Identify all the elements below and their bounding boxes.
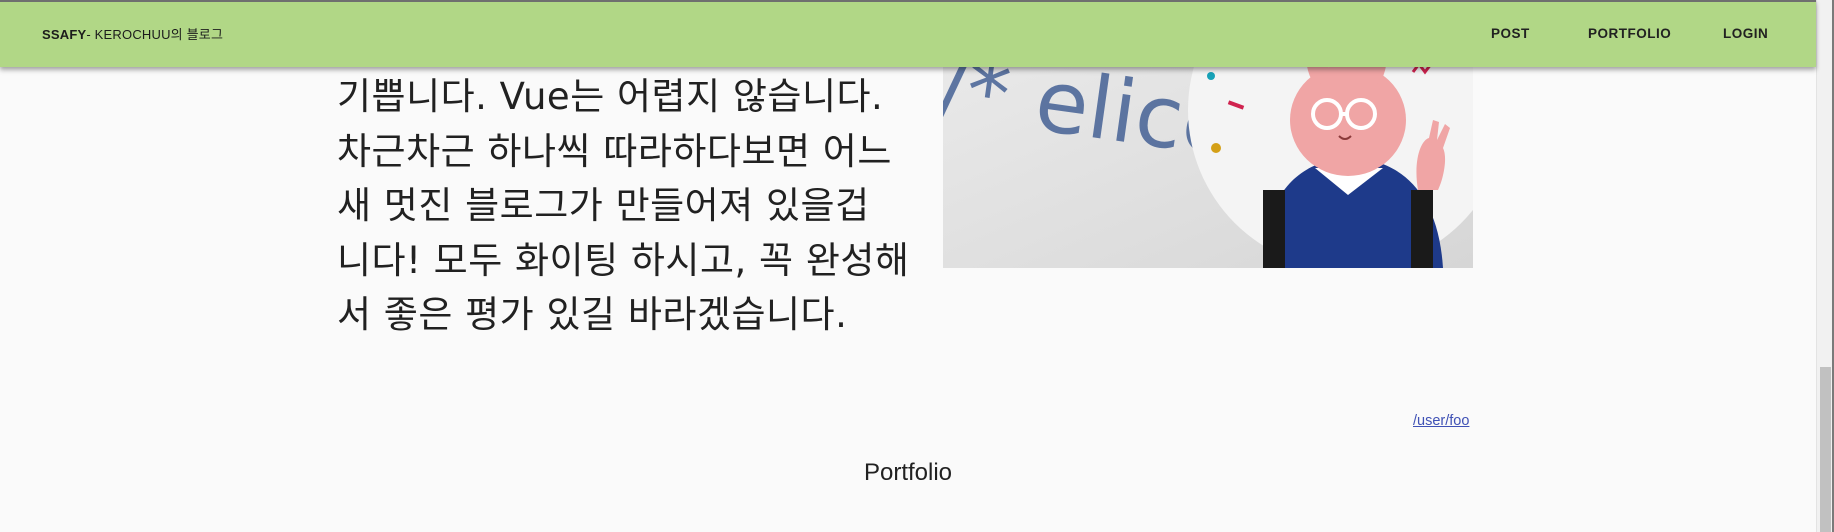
nav-post-button[interactable]: POST [1491,26,1530,41]
top-app-bar: SSAFY- KEROCHUU의 블로그 POST PORTFOLIO LOGI… [0,0,1816,67]
intro-line: 기쁩니다. Vue는 어렵지 않습니다. [337,75,884,118]
site-brand[interactable]: SSAFY- KEROCHUU의 블로그 [42,24,223,43]
intro-line: 니다! 모두 화이팅 하시고, 꼭 완성해 [337,238,910,282]
intro-text: 기쁩니다. Vue는 어렵지 않습니다. 차근차근 하나씩 따라하다보면 어느 … [337,70,927,343]
brand-subtitle: - KEROCHUU의 블로그 [86,27,224,42]
user-foo-link[interactable]: /user/foo [1413,413,1469,429]
intro-line: 차근차근 하나씩 따라하다보면 어느 [337,129,892,173]
intro-line: 새 멋진 블로그가 만들어져 있을겁 [337,184,870,227]
portfolio-section-title: Portfolio [863,459,953,486]
hero-photo: /* elice [943,40,1473,268]
nav-login-button[interactable]: LOGIN [1723,26,1768,41]
brand-name: SSAFY [42,27,87,42]
mascot-photo-svg: /* elice [943,40,1473,268]
intro-line: 서 좋은 평가 있길 바라겠습니다. [337,293,848,336]
scrollbar-thumb[interactable] [1820,367,1831,532]
nav-portfolio-button[interactable]: PORTFOLIO [1588,26,1671,41]
